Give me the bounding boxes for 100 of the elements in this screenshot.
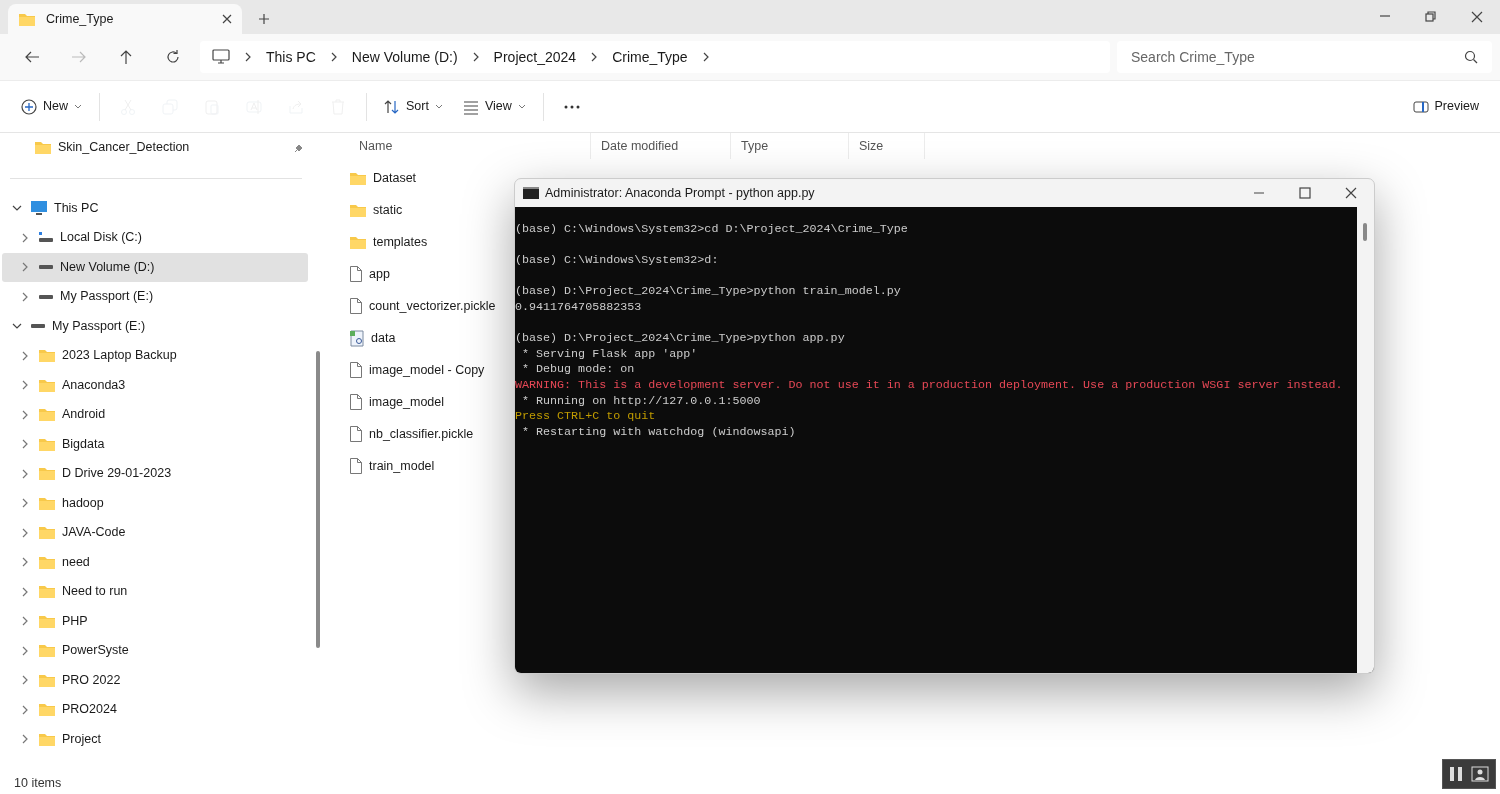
console-line: * Serving Flask app 'app' xyxy=(521,346,699,363)
computer-icon[interactable] xyxy=(212,49,230,65)
file-item[interactable]: image_model xyxy=(349,386,449,418)
chevron-right-icon[interactable] xyxy=(20,616,30,627)
chevron-right-icon[interactable] xyxy=(20,291,30,302)
close-icon[interactable] xyxy=(1471,11,1483,23)
file-item[interactable]: Dataset xyxy=(349,162,421,194)
pause-icon[interactable] xyxy=(1449,766,1463,782)
caret-icon xyxy=(434,103,443,110)
chevron-right-icon[interactable] xyxy=(20,645,30,656)
search-icon xyxy=(1464,50,1478,64)
back-icon[interactable] xyxy=(23,49,40,65)
scrollbar-thumb[interactable] xyxy=(1363,223,1367,241)
chevron-right-icon[interactable] xyxy=(244,52,252,62)
picture-icon[interactable] xyxy=(1471,766,1489,782)
tree-item[interactable]: My Passport (E:) xyxy=(2,282,308,312)
tree-item[interactable]: 2023 Laptop Backup xyxy=(2,341,308,371)
tree-item[interactable]: PRO 2022 xyxy=(2,665,308,695)
chevron-right-icon[interactable] xyxy=(20,734,30,745)
chevron-right-icon[interactable] xyxy=(701,52,710,62)
chevron-right-icon[interactable] xyxy=(20,409,30,420)
tree-item[interactable]: New Volume (D:) xyxy=(2,252,308,282)
caret-icon xyxy=(517,103,526,110)
console-line: Press CTRL+C to quit xyxy=(515,409,657,425)
preview-button[interactable]: Preview xyxy=(1403,91,1488,122)
file-item[interactable]: templates xyxy=(349,226,432,258)
chevron-right-icon[interactable] xyxy=(20,232,30,243)
column-header[interactable]: Size xyxy=(849,133,925,159)
breadcrumb-item[interactable]: This PC xyxy=(266,46,316,68)
chevron-right-icon[interactable] xyxy=(590,52,599,62)
tree-item[interactable]: My Passport (E:) xyxy=(2,311,308,341)
file-item[interactable]: count_vectorizer.pickle xyxy=(349,290,500,322)
file-item[interactable]: nb_classifier.pickle xyxy=(349,418,478,450)
folder-icon xyxy=(349,202,367,218)
column-header[interactable]: Type xyxy=(731,133,849,159)
file-item[interactable]: image_model - Copy xyxy=(349,354,489,386)
chevron-right-icon[interactable] xyxy=(20,350,30,361)
folder-icon xyxy=(349,234,367,250)
tree-item[interactable]: hadoop xyxy=(2,488,308,518)
folder-icon xyxy=(38,613,56,629)
chevron-right-icon[interactable] xyxy=(471,52,480,62)
file-item[interactable]: app xyxy=(349,258,394,290)
folder-icon xyxy=(38,584,56,600)
toolbar-button[interactable]: Sort xyxy=(375,91,452,122)
tree-item[interactable]: Need to run xyxy=(2,577,308,607)
toolbar-button[interactable]: New xyxy=(12,91,91,122)
breadcrumb-item[interactable]: Crime_Type xyxy=(612,46,688,68)
chevron-right-icon[interactable] xyxy=(20,557,30,568)
chevron-right-icon[interactable] xyxy=(20,439,30,450)
close-icon[interactable] xyxy=(222,14,232,24)
file-icon xyxy=(349,457,363,475)
tree-item[interactable]: PowerSyste xyxy=(2,636,308,666)
chevron-right-icon[interactable] xyxy=(20,468,30,479)
file-item[interactable]: train_model xyxy=(349,450,439,482)
tree-item[interactable]: PRO2024 xyxy=(2,695,308,725)
add-tab-icon[interactable] xyxy=(258,13,270,25)
console-line: * Restarting with watchdog (windowsapi) xyxy=(521,424,797,441)
tree-item[interactable]: need xyxy=(2,547,308,577)
chevron-right-icon[interactable] xyxy=(20,527,30,538)
chevron-right-icon[interactable] xyxy=(20,498,30,509)
warning-line: WARNING: This is a development server. Do not use it in a production deployment. Use a production WSGI server instead. xyxy=(515,377,1344,394)
restore-icon[interactable] xyxy=(1425,11,1437,23)
folder-icon xyxy=(38,377,56,393)
console-line: (base) D:\Project_2024\Crime_Type>python train_model.py xyxy=(515,284,902,300)
tree-item[interactable]: D Drive 29-01-2023 xyxy=(2,459,308,489)
file-icon xyxy=(349,265,363,283)
tree-item[interactable]: Anaconda3 xyxy=(2,370,308,400)
tree-item[interactable]: Project xyxy=(2,724,308,754)
tree-item[interactable]: Local Disk (C:) xyxy=(2,223,308,253)
tab[interactable]: Crime_Type xyxy=(8,4,242,34)
drive-icon xyxy=(38,231,54,244)
column-header[interactable]: Date modified xyxy=(591,133,731,159)
scrollbar-thumb[interactable] xyxy=(316,351,320,648)
folder-icon xyxy=(38,525,56,541)
file-icon xyxy=(349,393,363,411)
chevron-right-icon[interactable] xyxy=(20,704,30,715)
tree-item[interactable]: This PC xyxy=(2,193,308,223)
chevron-right-icon[interactable] xyxy=(329,52,338,62)
search-field[interactable]: Search Crime_Type xyxy=(1117,41,1492,73)
tree-item[interactable]: PHP xyxy=(2,606,308,636)
file-item[interactable]: data xyxy=(349,322,400,354)
file-icon xyxy=(349,425,363,443)
tree-item[interactable]: Android xyxy=(2,400,308,430)
breadcrumb-item[interactable]: Project_2024 xyxy=(493,46,577,68)
close-icon[interactable] xyxy=(1345,187,1357,199)
monitor-icon xyxy=(30,200,48,217)
sidebar-item[interactable]: Skin_Cancer_Detection xyxy=(2,133,308,163)
refresh-icon[interactable] xyxy=(164,49,181,65)
toolbar-button[interactable]: View xyxy=(453,91,535,122)
tree-item[interactable]: JAVA-Code xyxy=(2,518,308,548)
maximize-icon[interactable] xyxy=(1299,187,1311,199)
column-header[interactable]: Name xyxy=(349,133,591,159)
chevron-right-icon[interactable] xyxy=(20,380,30,391)
chevron-right-icon[interactable] xyxy=(20,675,30,686)
file-item[interactable]: static xyxy=(349,194,407,226)
breadcrumb-item[interactable]: New Volume (D:) xyxy=(351,46,458,68)
tree-item[interactable]: Bigdata xyxy=(2,429,308,459)
window-title: Administrator: Anaconda Prompt - python app.py xyxy=(545,184,815,202)
folder-icon xyxy=(38,554,56,570)
chevron-right-icon[interactable] xyxy=(20,586,30,597)
